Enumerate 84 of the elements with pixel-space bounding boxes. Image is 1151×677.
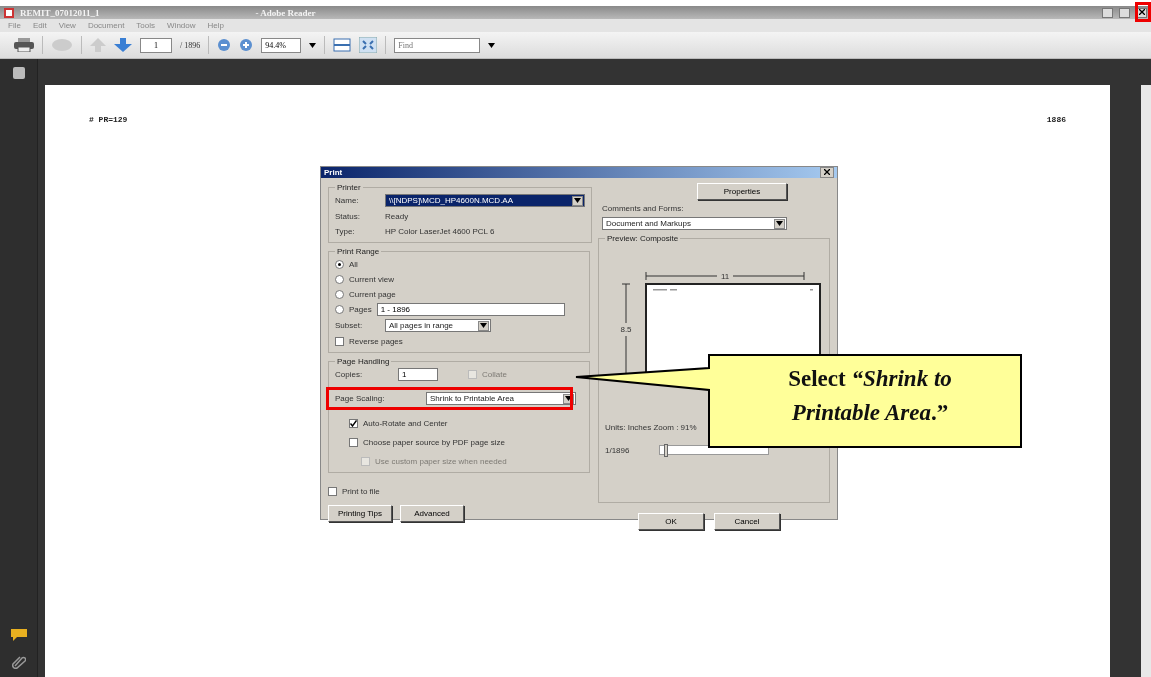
dialog-close-button[interactable]: [820, 167, 834, 178]
caret-icon: [488, 42, 496, 48]
group-legend: Page Handling: [335, 357, 392, 366]
dialog-button[interactable]: Printing Tips: [328, 505, 392, 522]
check-icon: [350, 419, 357, 427]
minimize-button[interactable]: [1102, 7, 1113, 18]
checkbox-label: Reverse pages: [349, 336, 403, 346]
checkbox-label: Choose paper source by PDF page size: [363, 437, 505, 447]
status-value: Ready: [385, 211, 409, 221]
window-title: REMIT_07012011_1: [20, 7, 100, 18]
caret-icon: [480, 323, 487, 328]
page-count: / 1896: [180, 40, 201, 50]
comments-label: Comments and Forms:: [602, 204, 685, 213]
name-label: Name:: [335, 196, 360, 205]
radio-label: Current page: [349, 289, 396, 299]
checkbox-label: Use custom paper size when needed: [375, 456, 507, 466]
group-legend: Print Range: [335, 247, 382, 256]
find-field[interactable]: Find: [394, 37, 481, 53]
status-label: Status:: [335, 211, 361, 221]
document-icon: [4, 7, 14, 18]
dialog-button[interactable]: Cancel: [714, 513, 780, 530]
page-scaling-label: Page Scaling:: [335, 394, 386, 403]
checkbox[interactable]: [328, 486, 337, 496]
comments-select[interactable]: Document and Markups: [602, 217, 787, 230]
properties-button[interactable]: Properties: [697, 183, 787, 200]
page-header-text: # PR=129: [89, 115, 128, 124]
subset-label: Subset:: [335, 321, 364, 330]
preview-units: Units: Inches Zoom : 91%: [605, 423, 697, 432]
dialog-button[interactable]: Advanced: [400, 505, 464, 522]
radio-button[interactable]: [335, 274, 344, 284]
subset-select[interactable]: All pages in range: [385, 319, 491, 332]
radio-button[interactable]: [335, 259, 344, 269]
preview-text-line: [653, 289, 677, 291]
callout-text: Select “Shrink to Printable Area.”: [787, 365, 953, 427]
comment-icon[interactable]: [10, 629, 27, 641]
zoom-field[interactable]: 94.4%: [261, 37, 302, 53]
paperclip-icon[interactable]: [11, 655, 26, 669]
checkbox[interactable]: [349, 418, 358, 428]
page-scaling-select[interactable]: Shrink to Printable Area: [426, 392, 576, 405]
zoom-out-icon[interactable]: [217, 38, 232, 52]
maximize-button[interactable]: [1119, 7, 1130, 18]
printer-select[interactable]: \\[NDPS]\MCD_HP4600N.MCD.AA: [385, 194, 585, 207]
radio-button[interactable]: [335, 305, 344, 314]
caret-icon: [574, 198, 581, 203]
app-name: - Adobe Reader: [255, 7, 316, 18]
close-icon: [824, 168, 830, 175]
preview-page: 1/1896: [605, 445, 630, 455]
checkbox[interactable]: [335, 336, 344, 346]
group-legend: Printer: [335, 183, 363, 192]
checkbox-label: Collate: [482, 370, 507, 379]
full-screen-icon[interactable]: [359, 37, 378, 53]
zoom-in-icon[interactable]: [239, 38, 254, 52]
dimension-line: [645, 272, 717, 280]
copies-field[interactable]: 1: [398, 368, 438, 381]
checkbox-label: Auto-Rotate and Center: [363, 418, 448, 428]
caret-icon: [309, 42, 317, 48]
paper-height: 8.5: [620, 325, 632, 334]
dialog-title: Print: [324, 168, 343, 177]
printer-icon[interactable]: [14, 38, 34, 52]
close-icon: [1138, 8, 1145, 15]
page-number-field[interactable]: 1: [140, 37, 172, 53]
checkbox[interactable]: [349, 437, 358, 447]
dialog-button[interactable]: OK: [638, 513, 704, 530]
page-number: 1886: [1046, 115, 1066, 124]
down-arrow-icon[interactable]: [114, 38, 132, 52]
checkbox-label: Print to file: [342, 486, 380, 496]
paper-width: 11: [721, 271, 730, 281]
close-button[interactable]: [1136, 7, 1147, 18]
type-value: HP Color LaserJet 4600 PCL 6: [385, 226, 495, 236]
dimension-line: [622, 283, 630, 323]
radio-label: Current view: [349, 274, 394, 284]
radio-label: All: [349, 259, 358, 269]
caret-icon: [776, 221, 783, 226]
preview-text-line: [810, 289, 813, 291]
copies-label: Copies:: [335, 370, 364, 379]
caret-icon: [565, 396, 572, 401]
fit-width-icon[interactable]: [333, 38, 352, 52]
radio-button[interactable]: [335, 289, 344, 299]
pages-icon[interactable]: [12, 67, 25, 79]
pages-field[interactable]: 1 - 1896: [376, 303, 565, 316]
radio-label: Pages: [349, 305, 372, 314]
group-legend: Preview: Composite: [605, 234, 681, 243]
slider-thumb[interactable]: [663, 444, 668, 457]
type-label: Type:: [335, 226, 356, 236]
